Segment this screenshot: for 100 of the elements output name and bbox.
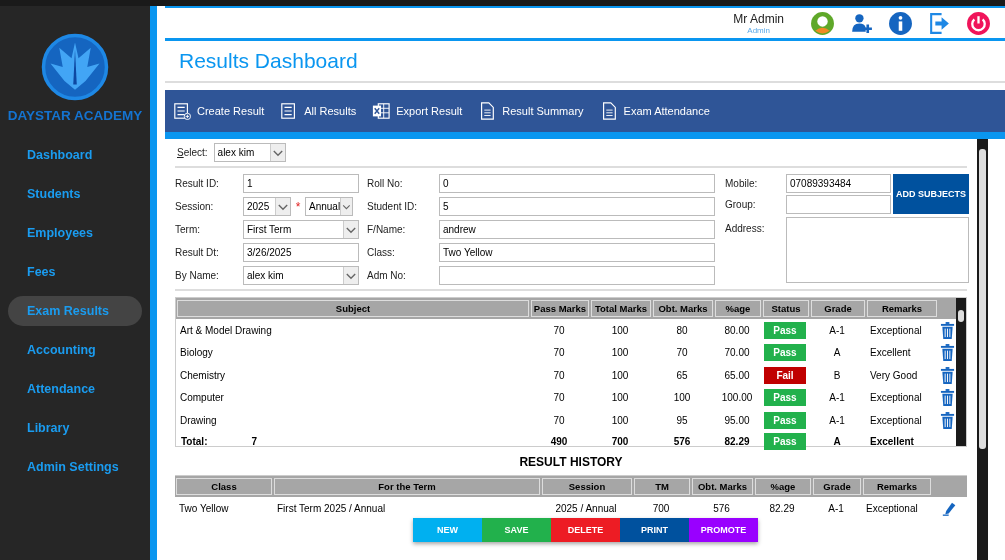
session-dropdown[interactable]: 2025	[243, 197, 291, 216]
chevron-down-icon	[343, 267, 358, 284]
page-title: Results Dashboard	[165, 41, 1005, 83]
add-subjects-button[interactable]: ADD SUBJECTS	[893, 174, 969, 214]
table-cell-text: Computer	[179, 392, 225, 404]
action-button[interactable]: PRINT	[620, 518, 689, 542]
status-badge: Pass	[764, 389, 806, 407]
scrollbar[interactable]	[977, 139, 988, 560]
input-field[interactable]: 3/26/2025	[243, 243, 359, 262]
input-field[interactable]: 07089393484	[786, 174, 891, 193]
user-role: Admin	[747, 25, 770, 35]
nav-item[interactable]: Students	[8, 179, 142, 209]
table-cell-text: Excellent	[869, 436, 915, 447]
toolbar-button[interactable]: Create Result	[171, 102, 267, 120]
toolbar-button[interactable]: All Results	[278, 102, 359, 120]
table-cell-text: 95.00	[723, 414, 751, 426]
status-badge: Pass	[764, 344, 806, 362]
table-cell-text: 100	[610, 347, 630, 359]
input-field[interactable]	[786, 195, 891, 214]
table-cell-text: A	[832, 347, 842, 359]
field-label: Address:	[725, 222, 766, 234]
column-header: Session	[542, 478, 632, 495]
user-name: Mr Admin	[733, 11, 784, 26]
table-cell-text: Two Yellow	[178, 502, 230, 514]
column-header: Subject	[177, 300, 529, 317]
table-cell-text: 70	[552, 369, 566, 381]
status-badge: Pass	[764, 411, 806, 429]
table-cell-text: 2025 / Annual	[554, 502, 618, 514]
trash-icon[interactable]	[939, 344, 955, 362]
table-cell-text: 82.29	[723, 436, 751, 447]
column-header: Grade	[811, 300, 865, 317]
table-cell-text: 100.00	[720, 392, 754, 404]
dropdown-field[interactable]: alex kim	[243, 266, 359, 285]
table-cell-text: B	[832, 369, 842, 381]
table-cell-text: Chemistry	[179, 369, 226, 381]
input-field[interactable]	[439, 266, 715, 285]
table-cell-text: 70.00	[723, 347, 751, 359]
toolbar-button[interactable]: Exam Attendance	[597, 102, 712, 120]
toolbar-button[interactable]: Export Result	[370, 102, 465, 120]
toolbar-button[interactable]: Result Summary	[476, 102, 586, 120]
nav-item[interactable]: Library	[8, 413, 142, 443]
nav-item[interactable]: Dashboard	[8, 140, 142, 170]
nav-item[interactable]: Admin Settings	[8, 452, 142, 482]
list-icon	[173, 102, 191, 120]
input-field[interactable]: Two Yellow	[439, 243, 715, 262]
input-field[interactable]: andrew	[439, 220, 715, 239]
field-label: By Name:	[175, 270, 220, 281]
table-cell-text: 100	[610, 324, 630, 336]
trash-icon[interactable]	[939, 321, 955, 339]
info-icon[interactable]	[888, 10, 913, 36]
chevron-down-icon	[269, 144, 285, 161]
column-header: %age	[715, 300, 761, 317]
table-cell-text: 80	[675, 324, 689, 336]
input-field[interactable]: 0	[439, 174, 715, 193]
table-cell-text: 100	[610, 414, 630, 426]
trash-icon[interactable]	[939, 389, 955, 407]
column-header: Remarks	[863, 478, 931, 495]
table-cell-text: 95	[675, 414, 689, 426]
column-header: Obt. Marks	[653, 300, 713, 317]
chevron-down-icon	[275, 198, 290, 215]
table-cell-text: 70	[552, 347, 566, 359]
chevron-down-icon	[343, 221, 358, 238]
field-label: Group:	[725, 199, 757, 210]
nav-item[interactable]: Employees	[8, 218, 142, 248]
subject-count: 7	[251, 436, 258, 447]
column-header: For the Term	[274, 478, 540, 495]
nav-item[interactable]: Fees	[8, 257, 142, 287]
field-label: Session:	[175, 201, 215, 212]
table-cell-text: 576	[672, 436, 692, 447]
table-cell-text: Excellent	[869, 347, 912, 359]
dropdown-field[interactable]: First Term	[243, 220, 359, 239]
column-header: Remarks	[867, 300, 937, 317]
period-dropdown[interactable]: Annual	[305, 197, 353, 216]
table-cell-text: 576	[712, 502, 731, 514]
avatar-icon[interactable]	[810, 10, 835, 36]
power-icon[interactable]	[966, 10, 991, 36]
field-label: Result ID:	[175, 178, 220, 189]
phoenix-logo	[40, 32, 110, 102]
action-button[interactable]: DELETE	[551, 518, 620, 542]
input-field[interactable]: 5	[439, 197, 715, 216]
student-dropdown[interactable]: alex kim	[213, 143, 286, 162]
action-button[interactable]: PROMOTE	[689, 518, 758, 542]
address-field[interactable]	[786, 217, 969, 283]
document-icon	[478, 102, 497, 120]
table-cell-text: 70	[675, 347, 689, 359]
table-cell-text: 70	[552, 414, 566, 426]
table-cell-text: 65.00	[723, 369, 751, 381]
trash-icon[interactable]	[939, 366, 955, 384]
select-label: Select:	[177, 147, 208, 158]
trash-icon[interactable]	[939, 411, 955, 429]
status-badge: Fail	[764, 366, 806, 384]
logout-icon[interactable]	[927, 10, 952, 36]
nav-item[interactable]: Attendance	[8, 374, 142, 404]
nav-item[interactable]: Accounting	[8, 335, 142, 365]
column-header: Class	[176, 478, 272, 495]
table-cell-text: 700	[610, 436, 630, 447]
scrollbar[interactable]	[956, 298, 966, 446]
required-mark: *	[294, 199, 302, 214]
table-cell-text: 490	[549, 436, 569, 447]
input-field[interactable]: 1	[243, 174, 359, 193]
